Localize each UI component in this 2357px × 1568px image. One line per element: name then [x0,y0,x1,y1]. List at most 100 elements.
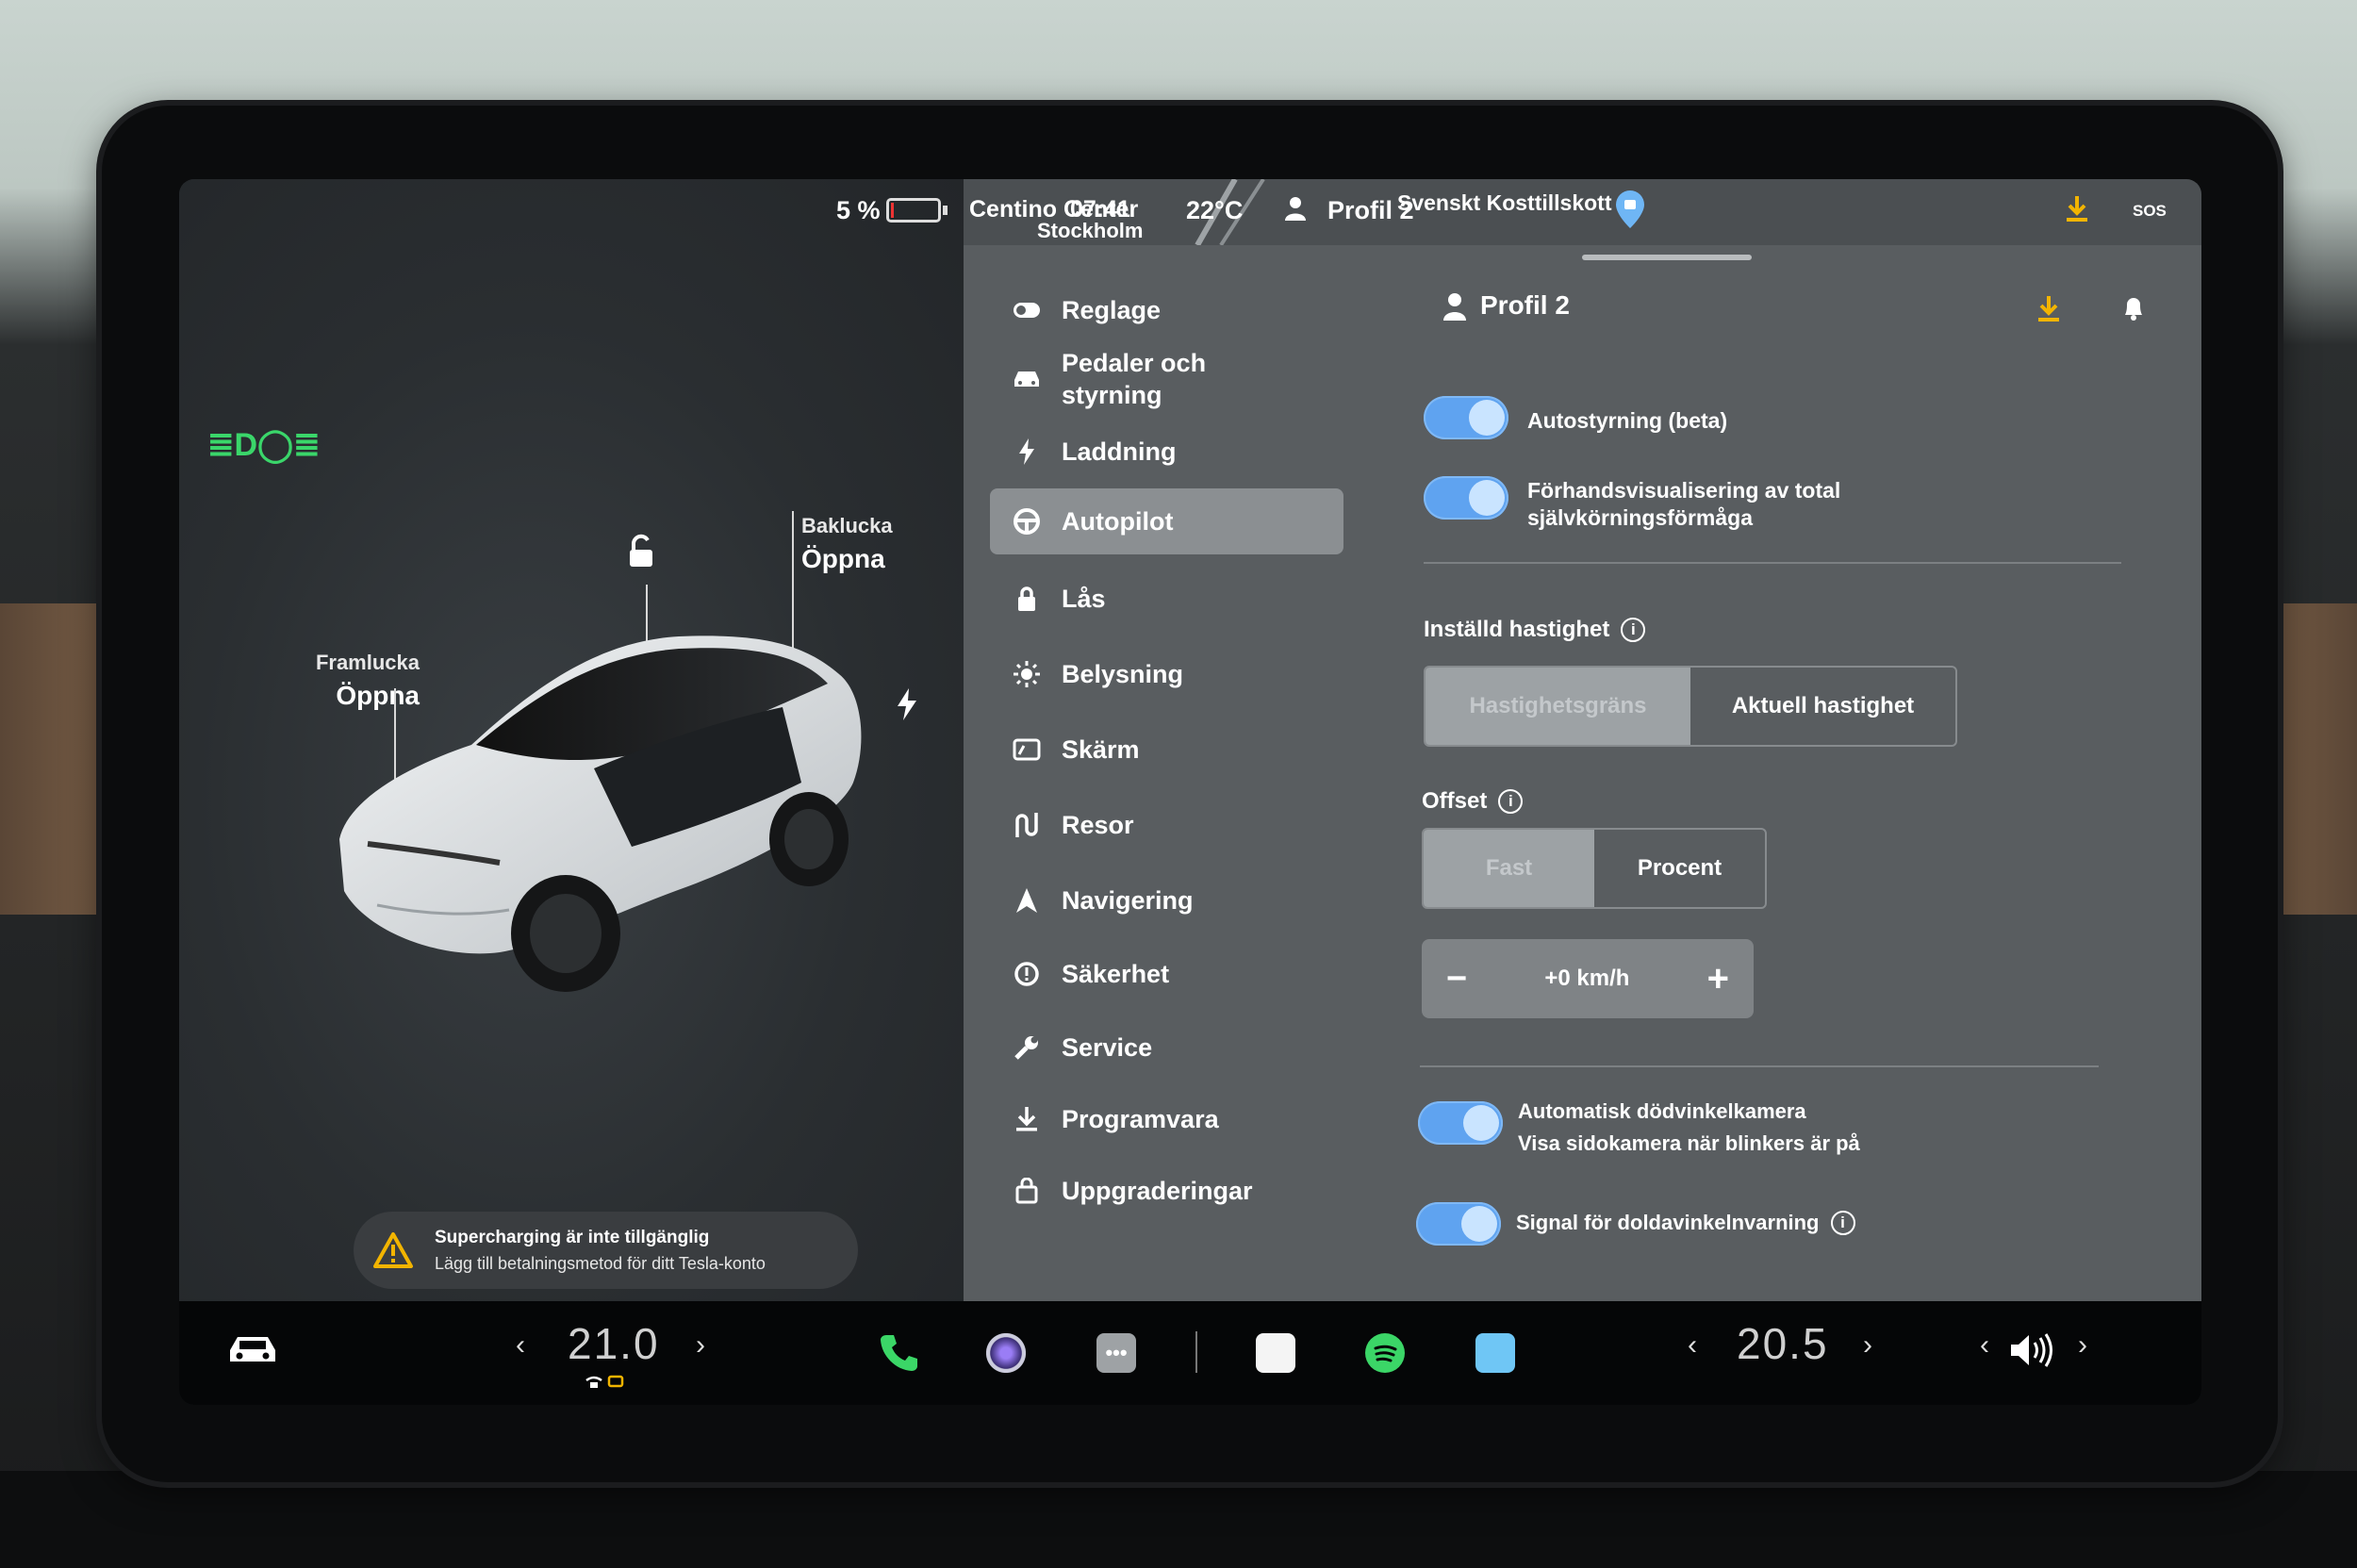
offset-value: +0 km/h [1544,966,1630,991]
warning-icon [373,1232,413,1268]
trunk-label: Baklucka [801,514,893,537]
profile-name[interactable]: Profil 2 [1480,290,1570,321]
shopping-bag-icon [1011,1175,1043,1207]
touchscreen: ≣D◯≣ Baklucka Öppna Framlucka Öppna Supe… [179,179,2201,1405]
driver-temp-up-button[interactable]: › [696,1329,705,1362]
wrench-icon [1011,1032,1043,1064]
seat-heater-icon[interactable] [585,1375,626,1390]
menu-item-label: Resor [1062,810,1134,839]
menu-item-service[interactable]: Service [990,1015,1343,1081]
trunk-control[interactable]: Baklucka Öppna [801,514,893,574]
menu-item-las[interactable]: Lås [990,566,1343,632]
menu-item-uppgraderingar[interactable]: Uppgraderingar [990,1158,1343,1224]
offset-title: Offset i [1422,788,1524,815]
camera-app-icon[interactable] [986,1333,1026,1373]
info-icon[interactable]: i [1498,789,1524,814]
menu-item-programvara[interactable]: Programvara [990,1086,1343,1152]
set-speed-selector[interactable]: Hastighetsgräns Aktuell hastighet [1424,666,1957,747]
volume-up-button[interactable]: › [2078,1329,2087,1362]
car-visualization-pane: ≣D◯≣ Baklucka Öppna Framlucka Öppna Supe… [179,179,964,1301]
phone-icon[interactable] [877,1329,922,1375]
info-icon[interactable]: i [1621,618,1646,642]
passenger-temp-up-button[interactable]: › [1863,1329,1872,1362]
bolt-icon [1011,436,1043,468]
menu-item-resor[interactable]: Resor [990,792,1343,858]
fsd-preview-toggle[interactable] [1424,476,1508,520]
fsd-preview-label: Förhandsvisualisering av total självkörn… [1527,478,1841,530]
radio-app-icon[interactable] [1256,1333,1295,1373]
set-speed-title: Inställd hastighet i [1424,617,1646,643]
charge-port-icon[interactable] [896,688,918,725]
spotify-icon[interactable] [1365,1333,1405,1373]
profile-icon[interactable] [1284,196,1307,227]
menu-item-label: Belysning [1062,659,1184,688]
menu-item-reglage[interactable]: Reglage [990,283,1343,338]
minus-button[interactable]: − [1446,959,1467,999]
autosteer-label: Autostyrning (beta) [1527,408,1728,433]
navigation-icon [1011,884,1043,916]
more-apps-icon[interactable]: ••• [1096,1333,1136,1373]
status-bar: 5 % Centino Center Stockholm 07:41 22°C … [179,179,2201,245]
panel-drag-handle[interactable] [1582,255,1752,260]
volume-icon[interactable] [2008,1331,2059,1369]
sun-icon [1011,658,1043,690]
menu-item-label: Pedaler och styrning [1062,349,1207,409]
toybox-app-icon[interactable] [1475,1333,1515,1373]
poi-name[interactable]: Svenskt Kosttillskott [1397,190,1612,216]
passenger-temp-down-button[interactable]: ‹ [1688,1329,1697,1362]
offset-stepper: − +0 km/h + [1422,939,1754,1018]
volume-down-button[interactable]: ‹ [1980,1329,1989,1362]
menu-item-pedaler[interactable]: Pedaler och styrning [990,341,1343,417]
download-icon[interactable] [2036,294,2061,322]
passenger-temperature[interactable]: 20.5 [1737,1318,1829,1369]
driver-temp-down-button[interactable]: ‹ [516,1329,525,1362]
separator [1420,1065,2099,1067]
menu-item-label: Laddning [1062,437,1177,466]
toggle-icon [1011,294,1043,326]
supercharging-alert[interactable]: Supercharging är inte tillgänglig Lägg t… [354,1212,858,1289]
profile-header: Profil 2 [1424,283,2168,330]
menu-item-autopilot[interactable]: Autopilot [990,488,1343,554]
headlight-indicator-icon: ≣D◯≣ [207,427,321,463]
speed-limit-option[interactable]: Hastighetsgräns [1426,668,1690,745]
outside-temperature: 22°C [1186,196,1244,224]
bell-icon[interactable] [2121,294,2146,322]
blindspot-warning-toggle[interactable] [1416,1202,1501,1246]
trunk-open-button[interactable]: Öppna [801,544,893,574]
map-pin-icon [1614,189,1646,237]
fixed-option[interactable]: Fast [1424,830,1594,907]
menu-item-navigering[interactable]: Navigering [990,867,1343,933]
battery-tip [943,206,948,215]
menu-item-label: Uppgraderingar [1062,1176,1253,1205]
sos-button[interactable]: SOS [2133,202,2167,221]
percent-option[interactable]: Procent [1594,830,1765,907]
menu-item-label: Navigering [1062,885,1194,915]
menu-item-label: Service [1062,1032,1153,1062]
alert-title: Supercharging är inte tillgänglig [435,1227,710,1247]
autosteer-toggle[interactable] [1424,396,1508,439]
car-icon [1011,363,1043,395]
driver-temperature[interactable]: 21.0 [568,1318,660,1369]
offset-selector[interactable]: Fast Procent [1422,828,1767,909]
blindspot-camera-toggle[interactable] [1418,1101,1503,1145]
info-icon[interactable]: i [1830,1211,1855,1235]
clock: 07:41 [1070,196,1130,223]
battery-level [891,203,894,218]
current-speed-option[interactable]: Aktuell hastighet [1690,668,1955,745]
menu-item-skarm[interactable]: Skärm [990,717,1343,783]
taskbar: ‹ 21.0 › ••• ‹ 20.5 › ‹ › [179,1301,2201,1405]
steering-wheel-icon [1011,505,1043,537]
download-icon[interactable] [2065,194,2089,229]
menu-item-laddning[interactable]: Laddning [990,421,1343,483]
menu-item-label: Programvara [1062,1104,1219,1133]
separator [1424,562,2121,564]
battery-icon [886,198,941,223]
menu-item-belysning[interactable]: Belysning [990,641,1343,707]
blindspot-warning-label: Signal för doldavinkelnvarning i [1516,1209,1855,1237]
car-icon[interactable] [226,1329,279,1367]
menu-item-sakerhet[interactable]: Säkerhet [990,941,1343,1007]
profile-icon[interactable] [1442,292,1467,321]
unlock-icon[interactable] [622,533,660,575]
taskbar-divider [1195,1331,1197,1373]
plus-button[interactable]: + [1707,958,1729,1000]
